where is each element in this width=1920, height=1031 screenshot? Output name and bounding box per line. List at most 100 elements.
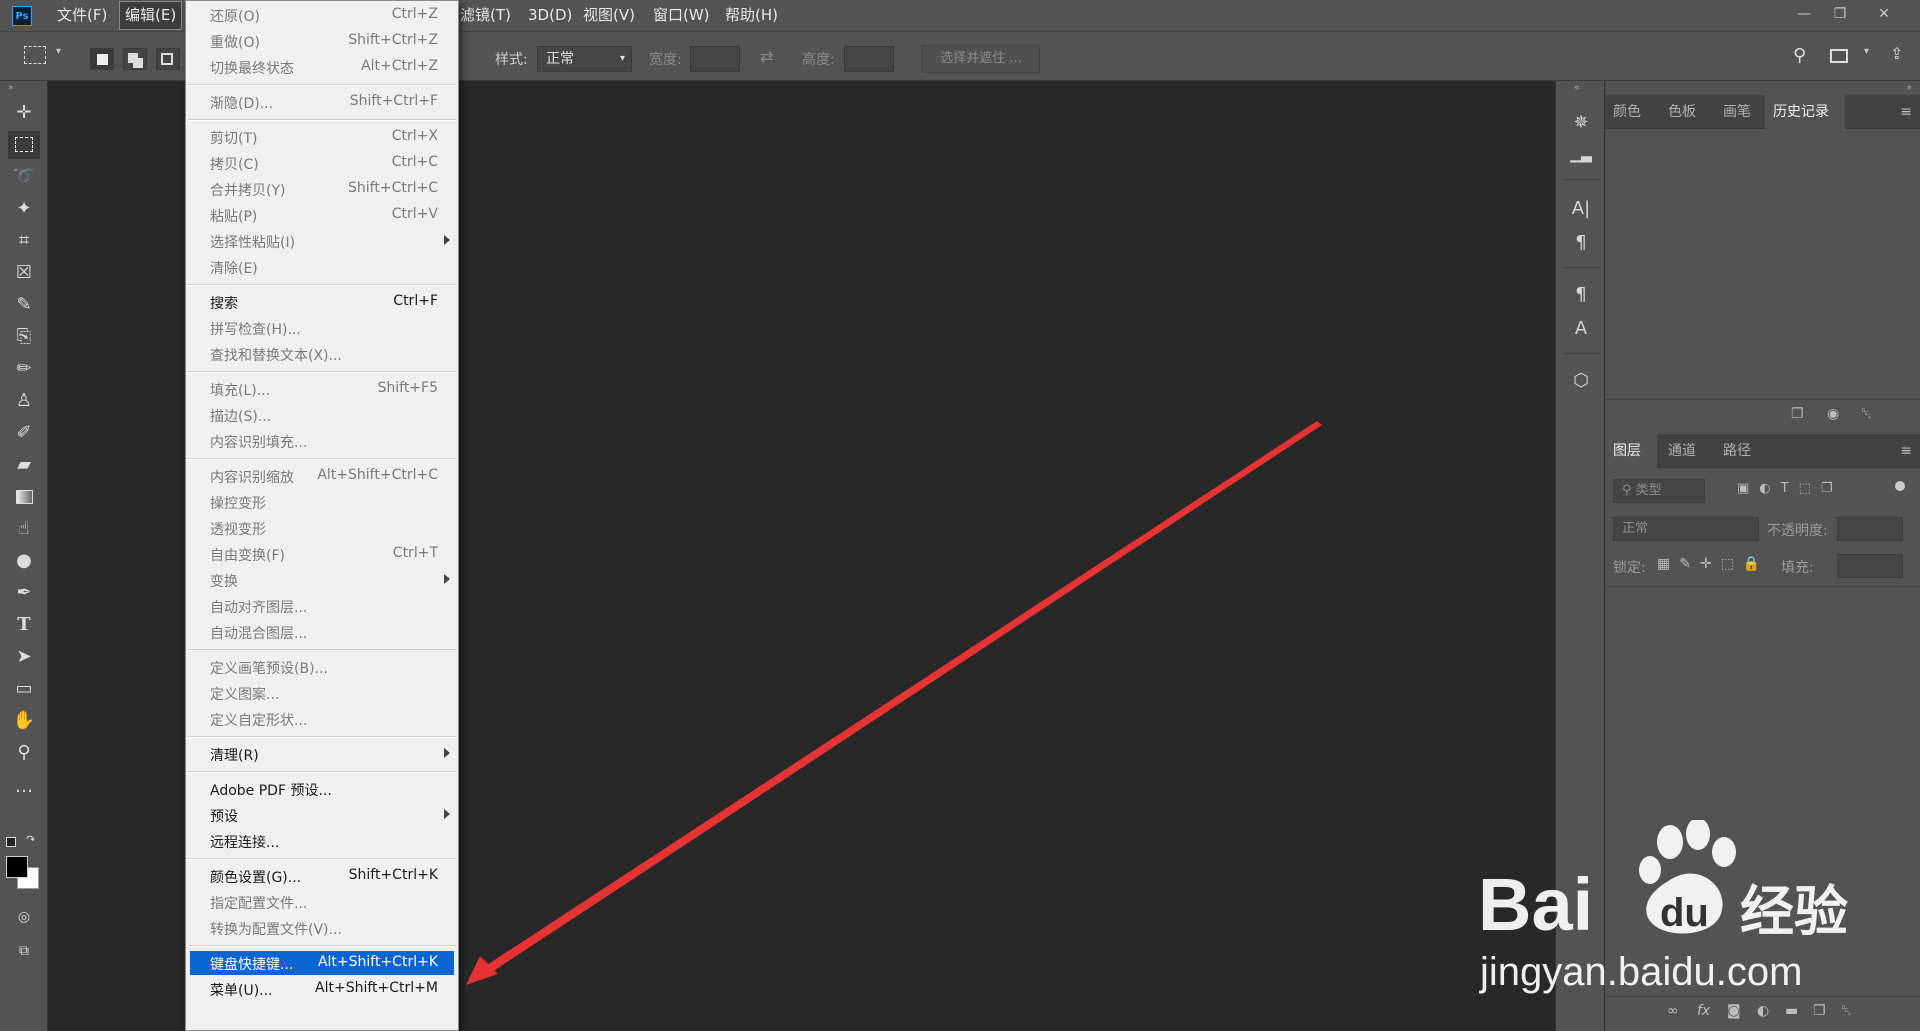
collapse-icon[interactable]: « — [1574, 83, 1580, 93]
crop-icon[interactable]: ⌗ — [8, 227, 40, 255]
edit-menu-item[interactable]: 填充(L)... Shift+F5 — [190, 377, 454, 401]
add-selection-icon[interactable] — [123, 48, 147, 70]
edit-menu-item[interactable]: 键盘快捷键... Alt+Shift+Ctrl+K — [190, 951, 454, 975]
dodge-icon[interactable]: ● — [8, 547, 40, 575]
paragraph-styles-icon[interactable]: ¶ — [1566, 281, 1596, 309]
menu-window[interactable]: 窗口(W) — [648, 0, 715, 31]
edit-menu-item[interactable]: 预设 — [190, 803, 454, 827]
edit-menu-item[interactable]: 选择性粘贴(I) — [190, 229, 454, 253]
stamp-icon[interactable]: ♙ — [8, 387, 40, 415]
history-brush-icon[interactable]: ✐ — [8, 419, 40, 447]
character-styles-icon[interactable]: A — [1566, 315, 1596, 343]
workspace-icon[interactable] — [1830, 49, 1848, 63]
move-icon[interactable]: ✛ — [8, 99, 40, 127]
lock-icons[interactable]: ▦✎✛⬚🔒 — [1657, 556, 1769, 572]
magic-wand-icon[interactable]: ✦ — [8, 195, 40, 223]
tab-paths[interactable]: 路径 — [1715, 434, 1759, 468]
menu-edit[interactable]: 编辑(E) — [119, 1, 183, 30]
hand-icon[interactable]: ✋ — [8, 707, 40, 735]
edit-menu-item[interactable]: 拷贝(C) Ctrl+C — [190, 151, 454, 175]
edit-menu-item[interactable]: 内容识别填充... — [190, 429, 454, 453]
tab-layers[interactable]: 图层 — [1605, 434, 1657, 468]
3d-cube-icon[interactable]: ⬡ — [1566, 367, 1596, 395]
edit-menu-item[interactable]: Adobe PDF 预设... — [190, 777, 454, 801]
edit-menu-item[interactable]: 定义自定形状... — [190, 707, 454, 731]
chevron-down-icon[interactable]: ▾ — [1864, 46, 1869, 57]
zoom-icon[interactable]: ⚲ — [8, 739, 40, 767]
tab-swatches[interactable]: 色板 — [1660, 95, 1704, 129]
paragraph-icon[interactable]: ¶ — [1566, 229, 1596, 257]
chevron-down-icon[interactable]: ▾ — [56, 46, 61, 57]
minimize-icon[interactable]: — — [1790, 3, 1818, 25]
opacity-input[interactable] — [1837, 517, 1903, 541]
snapshot-icon[interactable]: ◉ — [1827, 406, 1839, 422]
edit-menu-item[interactable]: 重做(O) Shift+Ctrl+Z — [190, 29, 454, 53]
edit-menu-item[interactable]: 粘贴(P) Ctrl+V — [190, 203, 454, 227]
edit-menu-item[interactable]: 定义画笔预设(B)... — [190, 655, 454, 679]
tab-channels[interactable]: 通道 — [1660, 434, 1704, 468]
edit-menu-item[interactable]: 切换最终状态 Alt+Ctrl+Z — [190, 55, 454, 79]
filter-toggle-icon[interactable] — [1895, 481, 1905, 491]
path-select-icon[interactable]: ➤ — [8, 643, 40, 671]
layer-filter-icons[interactable]: ▣◐T⬚❐ — [1737, 481, 1843, 496]
more-icon[interactable]: … — [8, 773, 40, 801]
select-and-mask-button[interactable]: 选择并遮住 ... — [922, 45, 1040, 73]
tab-brushes[interactable]: 画笔 — [1715, 95, 1759, 129]
menu-view[interactable]: 视图(V) — [578, 0, 640, 31]
brush-icon[interactable]: ✏ — [8, 355, 40, 383]
swap-icon[interactable]: ⇄ — [760, 47, 773, 66]
edit-menu-item[interactable]: 渐隐(D)... Shift+Ctrl+F — [190, 90, 454, 114]
edit-menu-item[interactable]: 操控变形 — [190, 490, 454, 514]
fill-input[interactable] — [1837, 554, 1903, 578]
height-input[interactable] — [844, 46, 894, 72]
panel-menu-icon[interactable]: ≡ — [1900, 443, 1912, 459]
edit-menu-item[interactable]: 清除(E) — [190, 255, 454, 279]
edit-menu-item[interactable]: 合并拷贝(Y) Shift+Ctrl+C — [190, 177, 454, 201]
marquee-icon[interactable] — [8, 131, 40, 159]
panel-menu-icon[interactable]: ≡ — [1900, 104, 1912, 120]
layer-filter-select[interactable]: ⚲ 类型 — [1613, 479, 1705, 503]
edit-menu-item[interactable]: 颜色设置(G)... Shift+Ctrl+K — [190, 864, 454, 888]
menu-file[interactable]: 文件(F) — [52, 0, 112, 31]
width-input[interactable] — [690, 46, 740, 72]
edit-menu-item[interactable]: 自动对齐图层... — [190, 594, 454, 618]
edit-menu-item[interactable]: 远程连接... — [190, 829, 454, 853]
healing-icon[interactable]: ⎘ — [8, 323, 40, 351]
menu-filter[interactable]: 滤镜(T) — [455, 0, 516, 31]
lasso-icon[interactable]: ➰ — [8, 163, 40, 191]
edit-menu-item[interactable]: 拼写检查(H)... — [190, 316, 454, 340]
edit-menu-item[interactable]: 搜索 Ctrl+F — [190, 290, 454, 314]
edit-menu-item[interactable]: 还原(O) Ctrl+Z — [190, 3, 454, 27]
gradient-icon[interactable] — [8, 483, 40, 511]
navigator-icon[interactable]: ✵ — [1566, 109, 1596, 137]
edit-menu-item[interactable]: 内容识别缩放 Alt+Shift+Ctrl+C — [190, 464, 454, 488]
edit-menu-item[interactable]: 透视变形 — [190, 516, 454, 540]
swap-colors-icon[interactable]: ↷ — [26, 833, 35, 846]
type-icon[interactable]: T — [8, 611, 40, 639]
quick-mask-icon[interactable]: ◎ — [8, 903, 40, 931]
default-colors-icon[interactable] — [6, 837, 16, 847]
foreground-color-swatch[interactable] — [6, 856, 28, 878]
search-icon[interactable]: ⚲ — [1793, 45, 1806, 66]
subtract-selection-icon[interactable] — [156, 48, 180, 70]
edit-menu-item[interactable]: 查找和替换文本(X)... — [190, 342, 454, 366]
new-document-from-state-icon[interactable]: ❐ — [1791, 406, 1804, 422]
rectangle-icon[interactable]: ▭ — [8, 675, 40, 703]
menu-help[interactable]: 帮助(H) — [720, 0, 783, 31]
edit-menu-item[interactable]: 剪切(T) Ctrl+X — [190, 125, 454, 149]
menu-3d[interactable]: 3D(D) — [523, 0, 577, 31]
edit-menu-item[interactable]: 定义图案... — [190, 681, 454, 705]
edit-menu-item[interactable]: 描边(S)... — [190, 403, 454, 427]
edit-menu-item[interactable]: 自由变换(F) Ctrl+T — [190, 542, 454, 566]
edit-menu-item[interactable]: 变换 — [190, 568, 454, 592]
frame-icon[interactable]: ☒ — [8, 259, 40, 287]
edit-menu-item[interactable]: 指定配置文件... — [190, 890, 454, 914]
trash-icon[interactable]: ␡ — [1861, 406, 1872, 422]
eyedropper-icon[interactable]: ✎ — [8, 291, 40, 319]
blend-mode-select[interactable]: 正常 — [1613, 517, 1759, 541]
collapse-icon[interactable]: » — [1906, 83, 1912, 93]
edit-menu-item[interactable]: 菜单(U)... Alt+Shift+Ctrl+M — [190, 977, 454, 1001]
eraser-icon[interactable]: ▰ — [8, 451, 40, 479]
style-select[interactable]: 正常 ▾ — [537, 46, 632, 72]
smudge-icon[interactable]: ☝ — [8, 515, 40, 543]
